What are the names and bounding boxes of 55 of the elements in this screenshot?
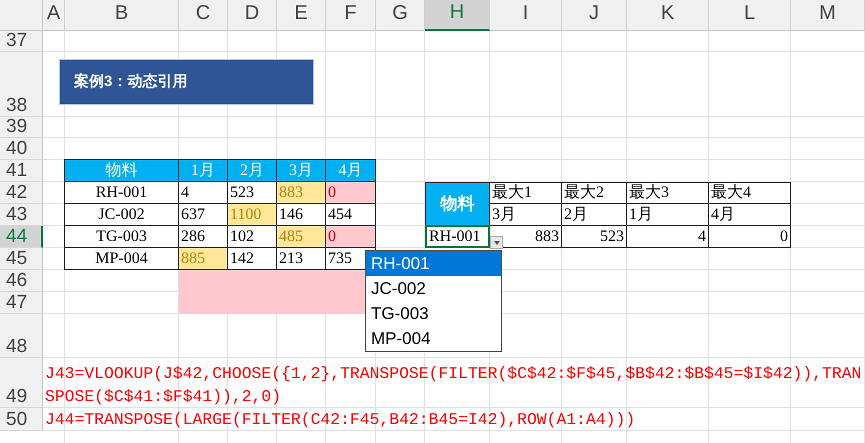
table-header-cell: 1月: [178, 159, 228, 182]
row-header[interactable]: 47: [0, 292, 43, 314]
column-header[interactable]: B: [65, 0, 179, 31]
table-cell: 454: [325, 203, 376, 226]
dropdown-item[interactable]: MP-004: [366, 326, 501, 351]
formula-text: J43=VLOOKUP(J$42,CHOOSE({1,2},TRANSPOSE(FILTER($C$42:$F$45,$B$42:$B$45=$I$42)),TRANSPOSE($C$41:$F$41)),2,0): [44, 363, 862, 408]
row-header[interactable]: 38: [0, 52, 43, 117]
table-cell: 最大4: [708, 182, 791, 204]
row-header[interactable]: 41: [0, 160, 43, 182]
row-header[interactable]: 50: [0, 408, 43, 431]
column-header[interactable]: L: [709, 0, 791, 31]
dropdown-item[interactable]: TG-003: [366, 301, 501, 326]
table-cell: 4月: [708, 203, 791, 226]
column-header[interactable]: M: [791, 0, 865, 31]
table-cell: 1100: [227, 203, 277, 226]
table-header-cell: 2月: [227, 159, 277, 182]
column-header[interactable]: C: [179, 0, 228, 31]
column-header[interactable]: G: [376, 0, 425, 31]
row-header[interactable]: 45: [0, 248, 43, 270]
row-header[interactable]: 40: [0, 138, 43, 160]
table-cell: 485: [276, 225, 326, 248]
cell-value: RH-001: [429, 226, 481, 246]
title-text: 案例3：动态引用: [74, 72, 188, 92]
table-header-cell: 物料: [425, 182, 490, 226]
column-header[interactable]: H: [425, 0, 490, 31]
caret-icon: [494, 240, 500, 244]
column-header[interactable]: A: [43, 0, 65, 31]
table-cell: 0: [325, 225, 376, 248]
formula-text: J44=TRANSPOSE(LARGE(FILTER(C42:F45,B42:B45=I42),ROW(A1:A4))): [44, 409, 636, 431]
table-cell: MP-004: [64, 247, 179, 270]
table-header-cell: 物料: [64, 159, 179, 182]
table-cell: 0: [325, 181, 376, 204]
table-header-cell: 3月: [276, 159, 326, 182]
column-header[interactable]: F: [326, 0, 376, 31]
row-header[interactable]: 46: [0, 270, 43, 292]
column-header[interactable]: D: [228, 0, 277, 31]
row-header[interactable]: 42: [0, 182, 43, 204]
row-header[interactable]: 49: [0, 358, 43, 408]
row-header[interactable]: 37: [0, 31, 43, 52]
table-header-cell: 4月: [325, 159, 376, 182]
column-header[interactable]: K: [627, 0, 709, 31]
dropdown-item[interactable]: RH-001: [366, 251, 501, 276]
table-cell: 883: [276, 181, 326, 204]
row-header[interactable]: 43: [0, 204, 43, 226]
table-cell: 0: [708, 225, 791, 248]
dropdown-item[interactable]: JC-002: [366, 276, 501, 301]
row-header[interactable]: 44: [0, 226, 43, 248]
column-header[interactable]: E: [277, 0, 326, 31]
column-header[interactable]: I: [490, 0, 562, 31]
row-header[interactable]: 39: [0, 117, 43, 138]
selected-cell[interactable]: RH-001: [425, 225, 490, 248]
column-header[interactable]: J: [562, 0, 627, 31]
row-header[interactable]: 48: [0, 314, 43, 358]
table-cell: 885: [178, 247, 228, 270]
dropdown-button[interactable]: [490, 236, 503, 249]
